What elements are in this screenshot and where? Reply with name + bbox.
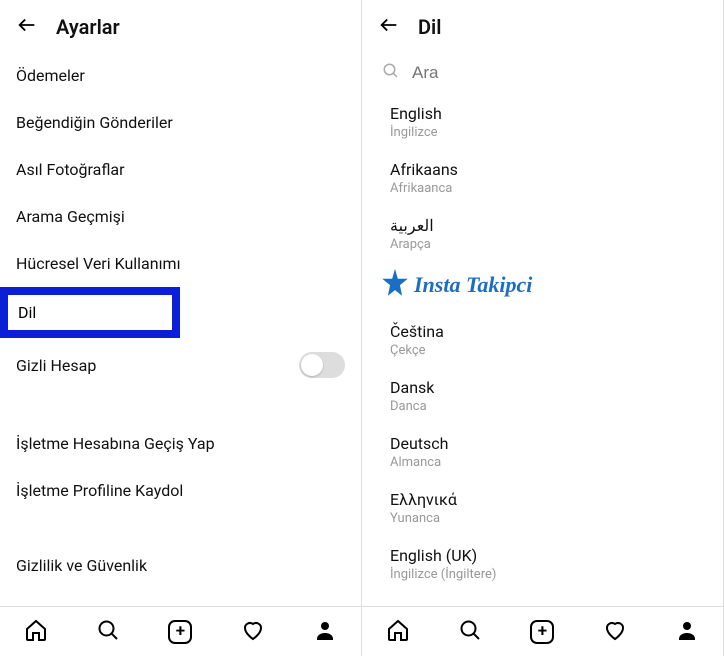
settings-item-save-business-profile[interactable]: İşletme Profiline Kaydol xyxy=(0,467,361,514)
settings-list: Ödemeler Beğendiğin Gönderiler Asıl Foto… xyxy=(0,52,361,606)
profile-icon[interactable] xyxy=(675,618,699,646)
watermark: Insta Takipci xyxy=(362,262,723,312)
settings-item-label: Beğendiğin Gönderiler xyxy=(16,113,173,132)
language-secondary: Yunanca xyxy=(390,511,703,526)
language-item-english[interactable]: English İngilizce xyxy=(362,94,723,150)
language-secondary: Afrikaanca xyxy=(390,181,703,196)
settings-item-label: Gizlilik ve Güvenlik xyxy=(16,556,147,575)
language-primary: العربية xyxy=(390,216,703,235)
settings-item-original-photos[interactable]: Asıl Fotoğraflar xyxy=(0,146,361,193)
language-header: Dil xyxy=(362,0,723,52)
language-primary: English (UK) xyxy=(390,546,703,565)
settings-item-label: Arama Geçmişi xyxy=(16,207,125,226)
language-item-afrikaans[interactable]: Afrikaans Afrikaanca xyxy=(362,150,723,206)
heart-icon[interactable] xyxy=(603,618,627,646)
language-primary: Čeština xyxy=(390,322,703,341)
language-secondary: Danca xyxy=(390,399,703,414)
settings-title: Ayarlar xyxy=(56,15,120,39)
watermark-text: Insta Takipci xyxy=(414,272,532,298)
language-search-input[interactable] xyxy=(412,63,703,83)
back-arrow-icon[interactable] xyxy=(16,14,38,40)
home-icon[interactable] xyxy=(24,618,48,646)
language-secondary: Çekçe xyxy=(390,343,703,358)
settings-item-search-history[interactable]: Arama Geçmişi xyxy=(0,193,361,240)
settings-header: Ayarlar xyxy=(0,0,361,52)
settings-item-payments[interactable]: Ödemeler xyxy=(0,52,361,99)
settings-item-label: Gizli Hesap xyxy=(16,356,96,375)
language-item-german[interactable]: Deutsch Almanca xyxy=(362,424,723,480)
settings-item-privacy-security[interactable]: Gizlilik ve Güvenlik xyxy=(0,542,361,589)
back-arrow-icon[interactable] xyxy=(378,14,400,40)
settings-item-label: İşletme Profiline Kaydol xyxy=(16,481,183,500)
bottom-nav: + xyxy=(0,606,361,656)
language-item-greek[interactable]: Ελληνικά Yunanca xyxy=(362,480,723,536)
settings-item-switch-business[interactable]: İşletme Hesabına Geçiş Yap xyxy=(0,420,361,467)
language-primary: Ελληνικά xyxy=(390,490,703,509)
language-secondary: Arapça xyxy=(390,237,703,252)
new-post-icon[interactable]: + xyxy=(168,620,192,644)
settings-item-label: İşletme Hesabına Geçiş Yap xyxy=(16,434,215,453)
settings-item-private-account[interactable]: Gizli Hesap xyxy=(0,338,361,392)
language-item-english-uk[interactable]: English (UK) İngilizce (İngiltere) xyxy=(362,536,723,592)
language-item-arabic[interactable]: العربية Arapça xyxy=(362,206,723,262)
language-search-row xyxy=(362,52,723,94)
settings-item-label: Hücresel Veri Kullanımı xyxy=(16,254,181,273)
language-secondary: İngilizce xyxy=(390,125,703,140)
language-list: English İngilizce Afrikaans Afrikaanca ا… xyxy=(362,94,723,606)
language-item-danish[interactable]: Dansk Danca xyxy=(362,368,723,424)
search-icon xyxy=(382,62,400,84)
settings-item-label: Dil xyxy=(18,303,36,322)
settings-item-label: Asıl Fotoğraflar xyxy=(16,160,125,179)
language-screen: Dil English İngilizce Afrikaans Afrikaan… xyxy=(362,0,724,656)
star-icon xyxy=(378,266,412,304)
settings-item-language-highlighted[interactable]: Dil xyxy=(0,287,180,338)
home-icon[interactable] xyxy=(386,618,410,646)
language-secondary: İngilizce (İngiltere) xyxy=(390,567,703,582)
heart-icon[interactable] xyxy=(241,618,265,646)
search-icon[interactable] xyxy=(458,618,482,646)
language-primary: Deutsch xyxy=(390,434,703,453)
section-divider xyxy=(0,514,361,542)
settings-item-label: Ödemeler xyxy=(16,66,85,85)
language-title: Dil xyxy=(418,15,441,39)
language-primary: Dansk xyxy=(390,378,703,397)
bottom-nav: + xyxy=(362,606,723,656)
private-account-toggle[interactable] xyxy=(299,352,345,378)
new-post-icon[interactable]: + xyxy=(530,620,554,644)
language-primary: English xyxy=(390,104,703,123)
profile-icon[interactable] xyxy=(313,618,337,646)
settings-item-liked-posts[interactable]: Beğendiğin Gönderiler xyxy=(0,99,361,146)
language-primary: Afrikaans xyxy=(390,160,703,179)
section-divider xyxy=(0,392,361,420)
language-secondary: Almanca xyxy=(390,455,703,470)
language-item-czech[interactable]: Čeština Çekçe xyxy=(362,312,723,368)
settings-item-cellular-data[interactable]: Hücresel Veri Kullanımı xyxy=(0,240,361,287)
settings-screen: Ayarlar Ödemeler Beğendiğin Gönderiler A… xyxy=(0,0,362,656)
search-icon[interactable] xyxy=(96,618,120,646)
